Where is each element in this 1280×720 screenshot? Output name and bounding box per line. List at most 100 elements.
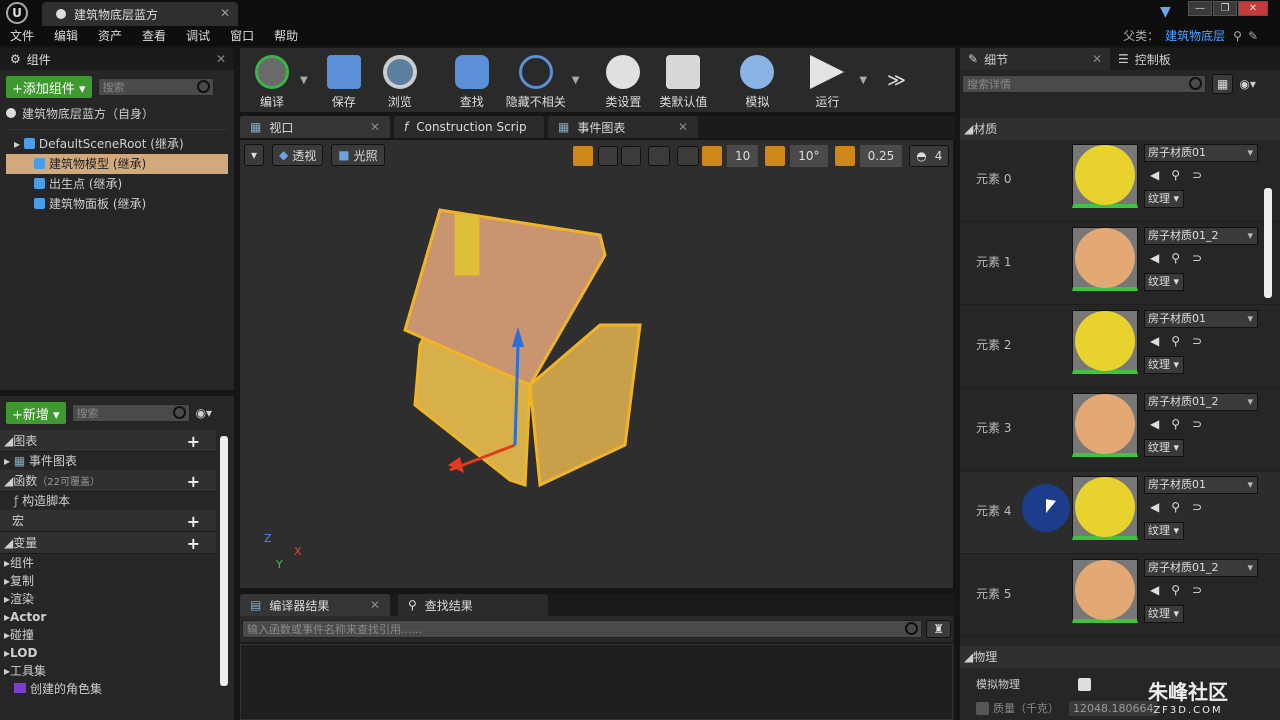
asset-actions-icon[interactable]: ◀⚲⊃ [1150,417,1214,431]
tab-control-panel[interactable]: ☰ 控制板 [1110,51,1171,68]
asset-actions-icon[interactable]: ◀⚲⊃ [1150,500,1214,514]
wrench-icon[interactable]: ✎ [1248,29,1258,43]
var-group-lod[interactable]: ▸LOD [0,644,216,662]
construction-script-item[interactable]: ƒ 构造脚本 [0,492,216,510]
close-tab-icon[interactable]: ✕ [370,120,380,134]
var-group-components[interactable]: ▸组件 [0,554,216,572]
graphs-category[interactable]: ◢图表 + [0,430,216,452]
add-graph-icon[interactable]: + [187,431,200,453]
hide-options-icon[interactable]: ▼ [572,75,580,86]
asset-actions-icon[interactable]: ◀⚲⊃ [1150,251,1214,265]
document-tab[interactable]: 建筑物底层蓝方 ✕ [42,2,238,26]
viewport[interactable]: ▾ ◆ 透视 ■ 光照 10 10° 0.25 ◓ 4 ZXY [240,140,953,588]
close-tab-icon[interactable]: ✕ [678,120,688,134]
material-combo[interactable]: 房子材质01_2 [1144,559,1258,577]
eye-icon[interactable]: ◉▾ [1239,77,1256,91]
menu-debug[interactable]: 调试 [176,26,220,46]
rotation-snap-icon[interactable] [765,146,786,166]
compile-options-icon[interactable]: ▼ [300,75,308,86]
close-tab-icon[interactable]: ✕ [370,598,380,612]
scale-icon[interactable] [621,146,641,166]
var-group-actor[interactable]: ▸Actor [0,608,216,626]
tab-compiler-results[interactable]: ▤ 编译器结果 ✕ [240,594,390,616]
material-thumbnail[interactable] [1072,227,1138,291]
var-group-toolset[interactable]: ▸工具集 [0,662,216,680]
self-item[interactable]: 建筑物底层蓝方（自身） [6,104,228,124]
toolbar-overflow-icon[interactable]: ≫ [887,70,906,91]
functions-category[interactable]: ◢函数（22可覆盖） + [0,470,216,492]
lit-button[interactable]: ■ 光照 [331,144,385,166]
add-macro-icon[interactable]: + [187,511,200,533]
menu-asset[interactable]: 资产 [88,26,132,46]
find-in-all-blueprints-button[interactable]: ♜ [926,620,951,638]
variables-category[interactable]: ◢变量 + [0,532,216,554]
close-panel-icon[interactable]: ✕ [216,52,226,66]
tree-item-mesh[interactable]: 建筑物模型 (继承) [6,154,228,174]
material-thumbnail[interactable] [1072,310,1138,374]
play-options-icon[interactable]: ▼ [859,75,867,86]
material-thumbnail[interactable] [1072,393,1138,457]
texture-button[interactable]: 纹理 ▾ [1144,356,1184,374]
viewport-options-button[interactable]: ▾ [244,144,265,166]
rotation-snap-value[interactable]: 10° [790,145,828,167]
tree-item-panel[interactable]: 建筑物面板 (继承) [6,194,228,214]
texture-button[interactable]: 纹理 ▾ [1144,439,1184,457]
class-settings-button[interactable]: 类设置 [595,50,651,110]
scale-snap-value[interactable]: 0.25 [859,145,903,167]
close-tab-icon[interactable]: ✕ [220,6,230,20]
perspective-button[interactable]: ◆ 透视 [272,144,324,166]
asset-actions-icon[interactable]: ◀⚲⊃ [1150,168,1214,182]
var-group-rendering[interactable]: ▸渲染 [0,590,216,608]
world-local-icon[interactable] [648,146,670,166]
tab-details[interactable]: ✎ 细节 ✕ [960,48,1110,70]
grid-snap-icon[interactable] [702,146,722,166]
details-search-input[interactable]: 搜索详情 [962,75,1206,93]
menu-view[interactable]: 查看 [132,26,176,46]
material-thumbnail[interactable] [1072,476,1138,540]
new-button[interactable]: +新增 ▾ [6,402,66,424]
texture-button[interactable]: 纹理 ▾ [1144,522,1184,540]
surface-snap-icon[interactable] [677,146,699,166]
play-button[interactable]: 运行 [799,50,855,110]
add-component-button[interactable]: +添加组件 ▾ [6,76,92,98]
physics-category[interactable]: ◢物理 [960,646,1280,668]
maximize-button[interactable]: ❐ [1213,1,1237,16]
texture-button[interactable]: 纹理 ▾ [1144,273,1184,291]
notification-icon[interactable]: ▼ [1160,4,1171,20]
menu-edit[interactable]: 编辑 [44,26,88,46]
find-button[interactable]: 查找 [444,50,500,110]
grid-snap-value[interactable]: 10 [727,145,759,167]
asset-actions-icon[interactable]: ◀⚲⊃ [1150,334,1214,348]
class-defaults-button[interactable]: 类默认值 [651,50,715,110]
texture-button[interactable]: 纹理 ▾ [1144,190,1184,208]
components-tab[interactable]: ⚙ 组件 ✕ [0,48,234,70]
scrollbar[interactable] [220,436,228,686]
macros-category[interactable]: 宏 + [0,510,216,532]
material-thumbnail[interactable] [1072,144,1138,208]
details-scrollbar[interactable] [1264,188,1272,298]
scale-snap-icon[interactable] [834,146,855,166]
asset-actions-icon[interactable]: ◀⚲⊃ [1150,583,1214,597]
character-set-item[interactable]: 创建的角色集 [0,680,216,698]
tab-find-results[interactable]: ⚲ 查找结果 [398,594,548,616]
house-mesh[interactable] [390,195,650,495]
material-thumbnail[interactable] [1072,559,1138,623]
mass-checkbox[interactable] [976,701,989,715]
menu-help[interactable]: 帮助 [264,26,308,46]
var-group-collision[interactable]: ▸碰撞 [0,626,216,644]
add-variable-icon[interactable]: + [187,533,200,555]
menu-window[interactable]: 窗口 [220,26,264,46]
save-button[interactable]: 保存 [316,50,372,110]
minimize-button[interactable]: — [1188,1,1212,16]
material-combo[interactable]: 房子材质01 [1144,144,1258,162]
material-combo[interactable]: 房子材质01_2 [1144,393,1258,411]
material-combo[interactable]: 房子材质01 [1144,476,1258,494]
tab-viewport[interactable]: ▦ 视口 ✕ [240,116,390,138]
tree-item-spawn[interactable]: 出生点 (继承) [6,174,228,194]
hide-unrelated-button[interactable]: 隐藏不相关 [500,50,572,110]
tree-item-root[interactable]: ▸ DefaultSceneRoot (继承) [6,134,228,154]
close-button[interactable]: ✕ [1238,1,1268,16]
close-tab-icon[interactable]: ✕ [1092,52,1102,66]
browse-button[interactable]: 浏览 [372,50,428,110]
eye-icon[interactable]: ◉▾ [196,406,213,420]
